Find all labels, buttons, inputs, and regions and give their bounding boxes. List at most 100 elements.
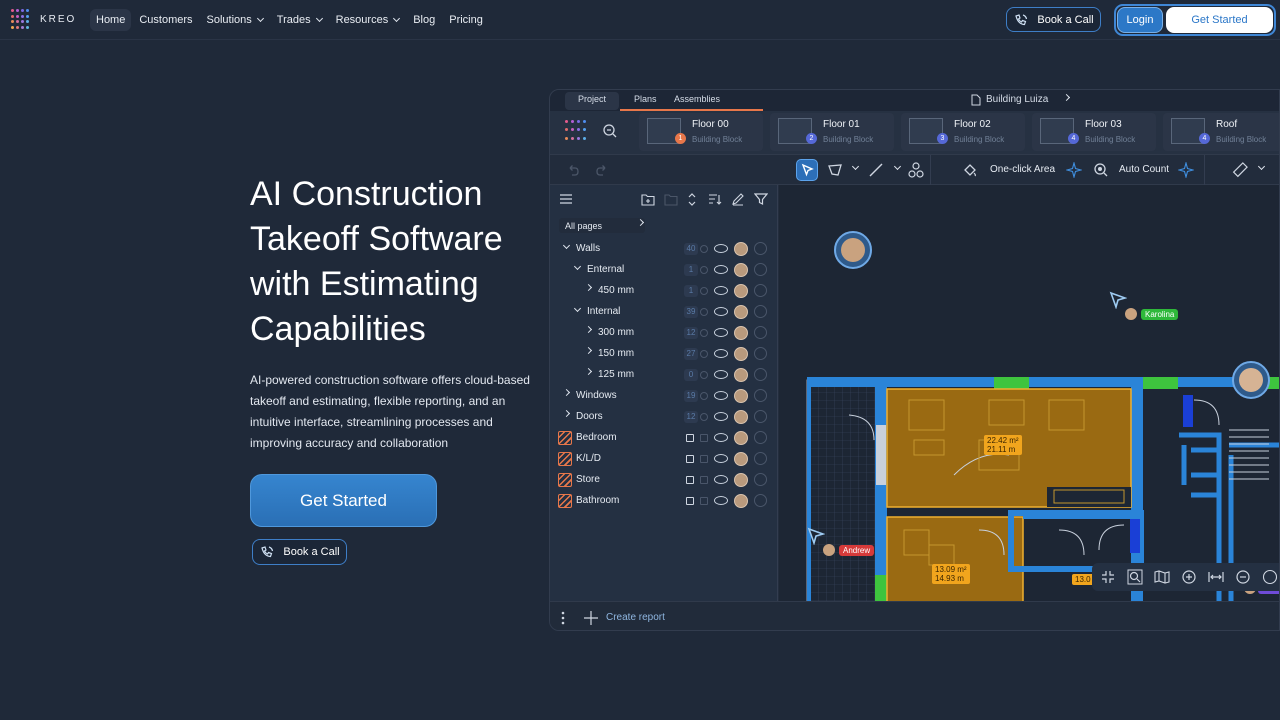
open-link-icon[interactable] bbox=[754, 284, 767, 297]
folder-icon[interactable] bbox=[664, 193, 678, 206]
line-tool-icon[interactable] bbox=[868, 162, 884, 178]
nav-blog[interactable]: Blog bbox=[407, 9, 441, 31]
open-link-icon[interactable] bbox=[754, 368, 767, 381]
tree-row[interactable]: 125 mm 0 bbox=[556, 366, 772, 385]
chevron-down-icon[interactable] bbox=[562, 241, 571, 250]
hatch-toggle-icon[interactable] bbox=[686, 455, 694, 463]
plus-icon[interactable] bbox=[584, 611, 598, 625]
ruler-icon[interactable] bbox=[1232, 162, 1248, 178]
expand-collapse-icon[interactable] bbox=[687, 192, 697, 207]
visibility-eye-icon[interactable] bbox=[714, 244, 728, 253]
auto-count-icon[interactable] bbox=[1093, 162, 1109, 178]
tree-row[interactable]: Store bbox=[556, 471, 772, 490]
tree-row[interactable]: K/L/D bbox=[556, 450, 772, 469]
zoom-in-icon[interactable] bbox=[1181, 569, 1197, 585]
open-link-icon[interactable] bbox=[754, 389, 767, 402]
tree-row[interactable]: Windows 19 bbox=[556, 387, 772, 406]
color-dot-icon[interactable] bbox=[700, 476, 708, 484]
nav-home[interactable]: Home bbox=[90, 9, 132, 31]
fit-screen-icon[interactable] bbox=[1100, 569, 1116, 585]
chevron-down-icon[interactable] bbox=[893, 162, 902, 171]
zoom-out-icon[interactable] bbox=[1235, 569, 1251, 585]
chevron-down-icon[interactable] bbox=[851, 162, 860, 171]
pages-filter[interactable]: All pages bbox=[559, 218, 645, 233]
chevron-down-icon[interactable] bbox=[573, 304, 582, 313]
tree-row[interactable]: 300 mm 12 bbox=[556, 324, 772, 343]
count-tool-icon[interactable] bbox=[908, 161, 924, 179]
open-link-icon[interactable] bbox=[754, 347, 767, 360]
open-link-icon[interactable] bbox=[754, 263, 767, 276]
color-dot-icon[interactable] bbox=[700, 245, 708, 253]
tab-plans[interactable]: Plans bbox=[634, 94, 657, 104]
hatch-toggle-icon[interactable] bbox=[686, 476, 694, 484]
visibility-eye-icon[interactable] bbox=[714, 433, 728, 442]
menu-icon[interactable] bbox=[560, 194, 572, 204]
book-call-nav-button[interactable]: Book a Call bbox=[1006, 7, 1101, 32]
paint-bucket-icon[interactable] bbox=[962, 162, 978, 178]
tree-row[interactable]: Walls 40 bbox=[556, 240, 772, 259]
book-call-hero-button[interactable]: Book a Call bbox=[252, 539, 347, 565]
redo-icon[interactable] bbox=[595, 163, 609, 177]
add-folder-icon[interactable] bbox=[641, 193, 655, 206]
tree-row[interactable]: Internal 39 bbox=[556, 303, 772, 322]
visibility-eye-icon[interactable] bbox=[714, 454, 728, 463]
visibility-eye-icon[interactable] bbox=[714, 286, 728, 295]
open-link-icon[interactable] bbox=[754, 326, 767, 339]
color-dot-icon[interactable] bbox=[700, 287, 708, 295]
chevron-right-icon[interactable] bbox=[584, 325, 593, 334]
tree-row[interactable]: 150 mm 27 bbox=[556, 345, 772, 364]
floor-card-01[interactable]: 2 Floor 01 Building Block bbox=[770, 113, 894, 151]
visibility-eye-icon[interactable] bbox=[714, 370, 728, 379]
open-link-icon[interactable] bbox=[754, 242, 767, 255]
tree-row[interactable]: Bathroom bbox=[556, 492, 772, 511]
tree-row[interactable]: Bedroom bbox=[556, 429, 772, 448]
floor-card-roof[interactable]: 4 Roof Building Block bbox=[1163, 113, 1279, 151]
floor-card-03[interactable]: 4 Floor 03 Building Block bbox=[1032, 113, 1156, 151]
color-dot-icon[interactable] bbox=[700, 308, 708, 316]
chevron-right-icon[interactable] bbox=[584, 283, 593, 292]
open-link-icon[interactable] bbox=[754, 494, 767, 507]
one-click-area-label[interactable]: One-click Area bbox=[990, 164, 1055, 175]
polygon-tool-icon[interactable] bbox=[827, 163, 843, 177]
zoom-area-icon[interactable] bbox=[1127, 569, 1143, 585]
tree-row[interactable]: 450 mm 1 bbox=[556, 282, 772, 301]
get-started-nav-button[interactable]: Get Started bbox=[1166, 7, 1273, 33]
sort-icon[interactable] bbox=[708, 193, 722, 206]
open-link-icon[interactable] bbox=[754, 452, 767, 465]
color-dot-icon[interactable] bbox=[700, 497, 708, 505]
kreo-logo[interactable]: KREO bbox=[11, 9, 76, 29]
color-dot-icon[interactable] bbox=[700, 434, 708, 442]
tab-assemblies[interactable]: Assemblies bbox=[674, 94, 720, 104]
visibility-eye-icon[interactable] bbox=[714, 265, 728, 274]
hatch-toggle-icon[interactable] bbox=[686, 497, 694, 505]
visibility-eye-icon[interactable] bbox=[714, 307, 728, 316]
tree-row[interactable]: Doors 12 bbox=[556, 408, 772, 427]
nav-resources[interactable]: Resources bbox=[330, 9, 406, 31]
color-dot-icon[interactable] bbox=[700, 266, 708, 274]
get-started-cta-button[interactable]: Get Started bbox=[250, 474, 437, 527]
open-link-icon[interactable] bbox=[754, 305, 767, 318]
visibility-eye-icon[interactable] bbox=[714, 475, 728, 484]
floor-card-00[interactable]: 1 Floor 00 Building Block bbox=[639, 113, 763, 151]
tab-project[interactable]: Project bbox=[578, 94, 606, 104]
color-dot-icon[interactable] bbox=[700, 392, 708, 400]
visibility-eye-icon[interactable] bbox=[714, 349, 728, 358]
nav-customers[interactable]: Customers bbox=[133, 9, 198, 31]
select-tool-button[interactable] bbox=[796, 159, 818, 181]
login-button[interactable]: Login bbox=[1117, 7, 1163, 33]
map-icon[interactable] bbox=[1154, 569, 1170, 585]
fit-width-icon[interactable] bbox=[1208, 569, 1224, 585]
chevron-right-icon[interactable] bbox=[584, 346, 593, 355]
color-dot-icon[interactable] bbox=[700, 329, 708, 337]
open-link-icon[interactable] bbox=[754, 431, 767, 444]
color-dot-icon[interactable] bbox=[700, 350, 708, 358]
open-link-icon[interactable] bbox=[754, 473, 767, 486]
color-dot-icon[interactable] bbox=[700, 455, 708, 463]
color-dot-icon[interactable] bbox=[700, 371, 708, 379]
project-name[interactable]: Building Luiza bbox=[986, 94, 1048, 105]
chevron-right-icon[interactable] bbox=[562, 388, 571, 397]
filter-icon[interactable] bbox=[754, 192, 768, 206]
create-report-link[interactable]: Create report bbox=[606, 612, 665, 623]
undo-icon[interactable] bbox=[566, 163, 580, 177]
more-vertical-icon[interactable] bbox=[561, 611, 565, 625]
